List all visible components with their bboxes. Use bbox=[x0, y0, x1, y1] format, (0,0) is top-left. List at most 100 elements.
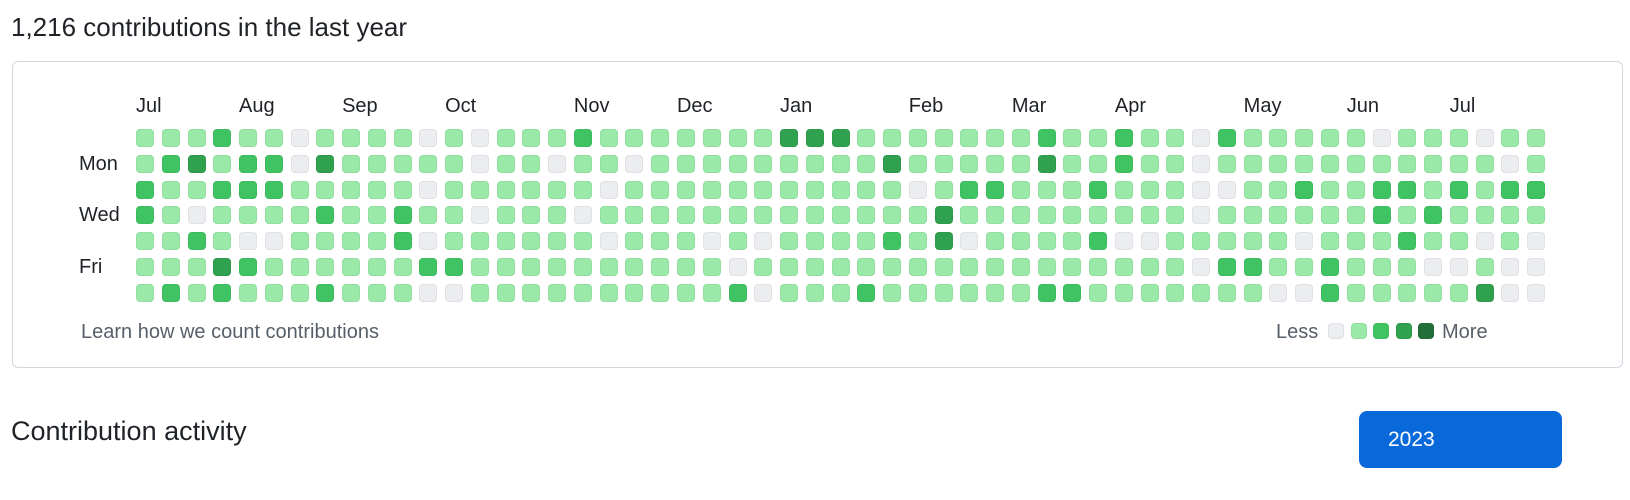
contribution-day-cell[interactable] bbox=[960, 129, 979, 147]
contribution-day-cell[interactable] bbox=[1321, 257, 1339, 276]
contribution-day-cell[interactable] bbox=[213, 283, 232, 302]
contribution-day-cell[interactable] bbox=[883, 232, 901, 250]
contribution-day-cell[interactable] bbox=[161, 206, 180, 225]
contribution-day-cell[interactable] bbox=[1037, 180, 1056, 199]
contribution-day-cell[interactable] bbox=[522, 154, 541, 173]
contribution-day-cell[interactable] bbox=[136, 154, 154, 173]
contribution-day-cell[interactable] bbox=[1424, 206, 1442, 225]
contribution-day-cell[interactable] bbox=[857, 129, 876, 147]
contribution-day-cell[interactable] bbox=[1527, 206, 1545, 225]
contribution-day-cell[interactable] bbox=[419, 180, 438, 199]
contribution-day-cell[interactable] bbox=[522, 257, 541, 276]
contribution-day-cell[interactable] bbox=[1501, 206, 1520, 225]
contribution-day-cell[interactable] bbox=[136, 257, 154, 276]
contribution-day-cell[interactable] bbox=[342, 154, 361, 173]
contribution-day-cell[interactable] bbox=[1398, 232, 1417, 250]
contribution-day-cell[interactable] bbox=[1166, 180, 1185, 199]
contribution-day-cell[interactable] bbox=[1398, 154, 1417, 173]
contribution-day-cell[interactable] bbox=[986, 180, 1005, 199]
contribution-day-cell[interactable] bbox=[470, 232, 489, 250]
contribution-day-cell[interactable] bbox=[1346, 129, 1365, 147]
contribution-day-cell[interactable] bbox=[342, 257, 361, 276]
contribution-day-cell[interactable] bbox=[857, 154, 876, 173]
contribution-day-cell[interactable] bbox=[496, 206, 515, 225]
contribution-day-cell[interactable] bbox=[1424, 232, 1442, 250]
contribution-day-cell[interactable] bbox=[264, 129, 283, 147]
contribution-day-cell[interactable] bbox=[1192, 129, 1211, 147]
contribution-day-cell[interactable] bbox=[1475, 206, 1494, 225]
contribution-day-cell[interactable] bbox=[419, 154, 438, 173]
contribution-day-cell[interactable] bbox=[883, 206, 901, 225]
contribution-day-cell[interactable] bbox=[599, 283, 618, 302]
contribution-day-cell[interactable] bbox=[239, 180, 257, 199]
contribution-day-cell[interactable] bbox=[1501, 257, 1520, 276]
contribution-day-cell[interactable] bbox=[470, 154, 489, 173]
contribution-day-cell[interactable] bbox=[496, 180, 515, 199]
contribution-day-cell[interactable] bbox=[445, 232, 464, 250]
contribution-day-cell[interactable] bbox=[805, 257, 824, 276]
contribution-day-cell[interactable] bbox=[986, 206, 1005, 225]
contribution-day-cell[interactable] bbox=[831, 257, 850, 276]
contribution-day-cell[interactable] bbox=[908, 232, 927, 250]
contribution-day-cell[interactable] bbox=[213, 180, 232, 199]
contribution-day-cell[interactable] bbox=[677, 154, 695, 173]
contribution-day-cell[interactable] bbox=[908, 180, 927, 199]
contribution-day-cell[interactable] bbox=[496, 154, 515, 173]
contribution-day-cell[interactable] bbox=[1398, 180, 1417, 199]
contribution-day-cell[interactable] bbox=[1527, 180, 1545, 199]
contribution-day-cell[interactable] bbox=[651, 232, 670, 250]
contribution-day-cell[interactable] bbox=[1089, 129, 1108, 147]
contribution-day-cell[interactable] bbox=[780, 283, 798, 302]
contribution-day-cell[interactable] bbox=[367, 180, 386, 199]
contribution-day-cell[interactable] bbox=[599, 232, 618, 250]
contribution-day-cell[interactable] bbox=[445, 283, 464, 302]
contribution-day-cell[interactable] bbox=[470, 283, 489, 302]
contribution-day-cell[interactable] bbox=[1217, 129, 1236, 147]
contribution-day-cell[interactable] bbox=[367, 232, 386, 250]
contribution-day-cell[interactable] bbox=[573, 206, 592, 225]
contribution-day-cell[interactable] bbox=[264, 180, 283, 199]
contribution-day-cell[interactable] bbox=[780, 257, 798, 276]
contribution-day-cell[interactable] bbox=[367, 257, 386, 276]
contribution-day-cell[interactable] bbox=[393, 180, 412, 199]
contribution-day-cell[interactable] bbox=[1011, 283, 1030, 302]
year-2023-button[interactable]: 2023 bbox=[1359, 411, 1562, 468]
contribution-day-cell[interactable] bbox=[1192, 232, 1211, 250]
contribution-day-cell[interactable] bbox=[1475, 232, 1494, 250]
contribution-day-cell[interactable] bbox=[342, 283, 361, 302]
contribution-day-cell[interactable] bbox=[1114, 180, 1133, 199]
contribution-day-cell[interactable] bbox=[1475, 283, 1494, 302]
contribution-day-cell[interactable] bbox=[187, 232, 206, 250]
contribution-day-cell[interactable] bbox=[728, 283, 747, 302]
contribution-day-cell[interactable] bbox=[1321, 206, 1339, 225]
contribution-day-cell[interactable] bbox=[1295, 257, 1314, 276]
contribution-day-cell[interactable] bbox=[1269, 180, 1288, 199]
contribution-day-cell[interactable] bbox=[393, 283, 412, 302]
contribution-day-cell[interactable] bbox=[548, 129, 567, 147]
contribution-day-cell[interactable] bbox=[161, 154, 180, 173]
contribution-day-cell[interactable] bbox=[651, 283, 670, 302]
contribution-day-cell[interactable] bbox=[161, 283, 180, 302]
contribution-day-cell[interactable] bbox=[445, 154, 464, 173]
contribution-day-cell[interactable] bbox=[702, 129, 721, 147]
contribution-day-cell[interactable] bbox=[1295, 180, 1314, 199]
contribution-day-cell[interactable] bbox=[290, 232, 309, 250]
contribution-day-cell[interactable] bbox=[934, 206, 953, 225]
contribution-day-cell[interactable] bbox=[1449, 180, 1468, 199]
contribution-day-cell[interactable] bbox=[264, 232, 283, 250]
contribution-day-cell[interactable] bbox=[1372, 180, 1391, 199]
contribution-day-cell[interactable] bbox=[1501, 129, 1520, 147]
contribution-day-cell[interactable] bbox=[522, 283, 541, 302]
contribution-day-cell[interactable] bbox=[986, 129, 1005, 147]
contribution-day-cell[interactable] bbox=[445, 180, 464, 199]
contribution-day-cell[interactable] bbox=[316, 206, 335, 225]
contribution-day-cell[interactable] bbox=[1037, 232, 1056, 250]
contribution-day-cell[interactable] bbox=[1295, 206, 1314, 225]
contribution-day-cell[interactable] bbox=[1321, 129, 1339, 147]
contribution-day-cell[interactable] bbox=[1424, 180, 1442, 199]
contribution-day-cell[interactable] bbox=[573, 129, 592, 147]
contribution-day-cell[interactable] bbox=[548, 283, 567, 302]
contribution-day-cell[interactable] bbox=[702, 232, 721, 250]
contribution-day-cell[interactable] bbox=[1243, 180, 1262, 199]
contribution-day-cell[interactable] bbox=[1037, 257, 1056, 276]
